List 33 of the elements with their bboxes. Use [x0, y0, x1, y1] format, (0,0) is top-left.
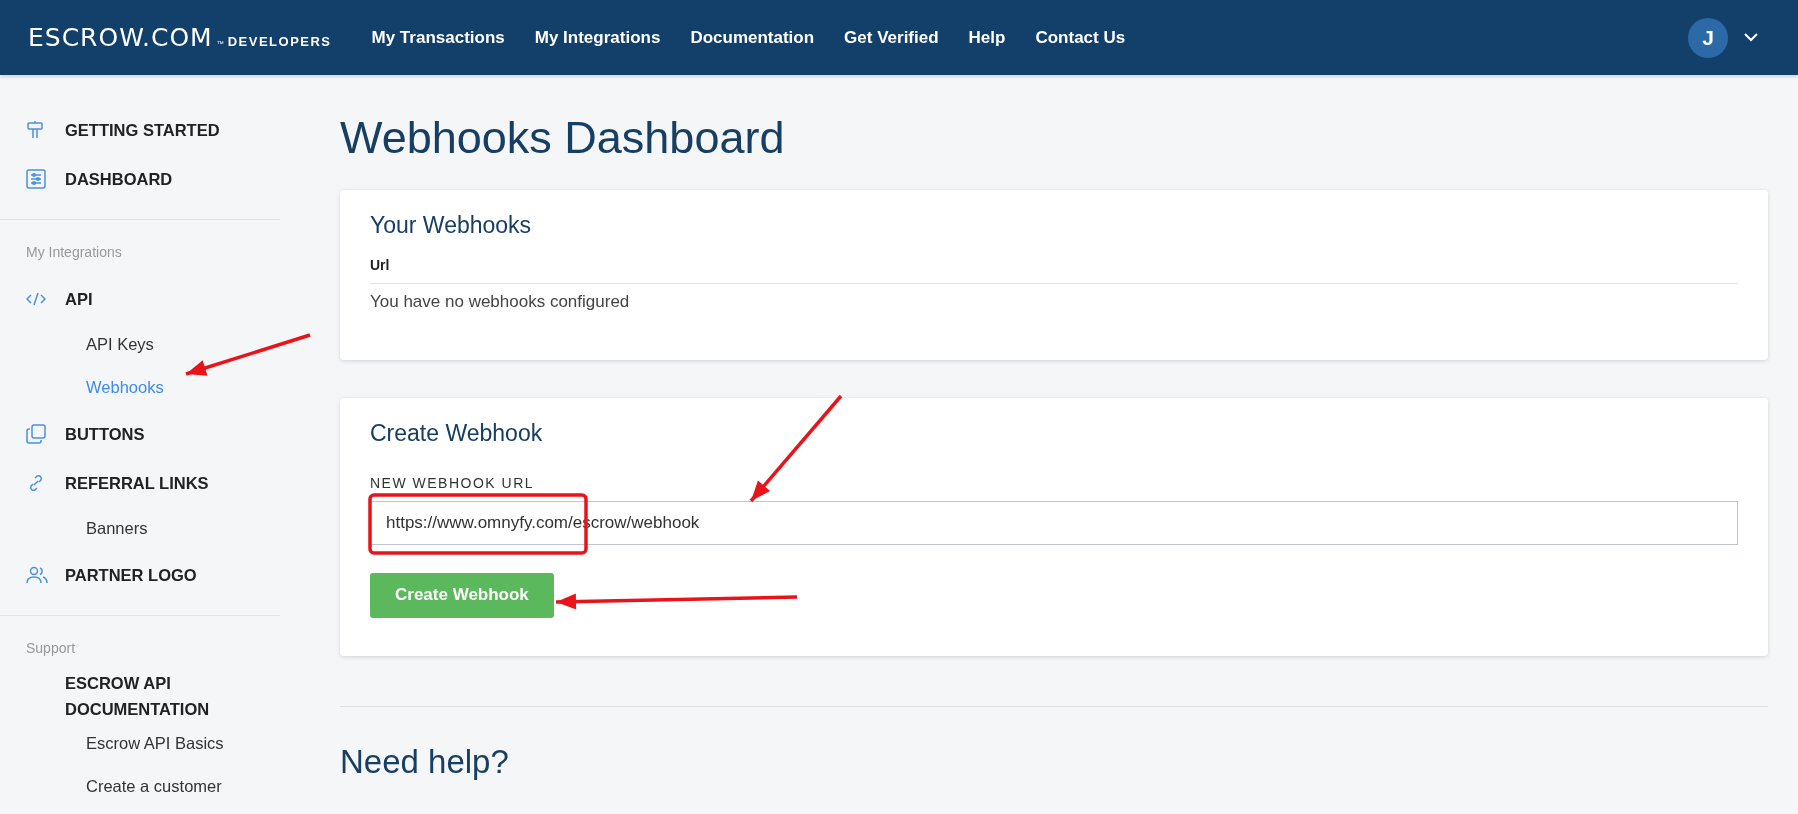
- column-header: Url: [370, 256, 1738, 284]
- copy-icon: [26, 423, 46, 444]
- nav-link[interactable]: My Integrations: [534, 27, 661, 48]
- nav-link[interactable]: Help: [968, 27, 1006, 48]
- sidebar-item[interactable]: REFERRAL LINKS: [65, 469, 235, 496]
- sidebar-subitem[interactable]: Escrow API Basics: [0, 722, 280, 765]
- sidebar-item[interactable]: PARTNER LOGO: [65, 561, 235, 588]
- sliders-icon: [26, 168, 46, 189]
- sidebar-section-heading: Support: [25, 640, 77, 656]
- code-icon: [26, 291, 46, 306]
- help-heading: Need help?: [340, 742, 510, 781]
- chevron-down-icon[interactable]: [1744, 33, 1758, 42]
- sidebar-item[interactable]: GETTING STARTED: [65, 116, 235, 143]
- users-icon: [26, 565, 48, 584]
- sidebar-subitem[interactable]: Create a customer: [0, 765, 280, 808]
- sidebar-item[interactable]: DASHBOARD: [65, 165, 235, 192]
- card-title: Create Webhook: [370, 419, 544, 447]
- sidebar-section-heading: My Integrations: [25, 244, 123, 260]
- sidebar-subitem[interactable]: Banners: [0, 507, 280, 550]
- sidebar-item[interactable]: ESCROW API DOCUMENTATION: [65, 670, 235, 722]
- sidebar-item[interactable]: BUTTONS: [65, 420, 235, 447]
- nav-link[interactable]: Get Verified: [844, 27, 939, 48]
- empty-message: You have no webhooks configured: [370, 291, 631, 313]
- card-title: Your Webhooks: [370, 211, 533, 239]
- signpost-icon: [26, 119, 44, 140]
- nav-link[interactable]: Contact Us: [1035, 27, 1126, 48]
- nav-link[interactable]: Documentation: [690, 27, 815, 48]
- page-title: Webhooks Dashboard: [340, 111, 786, 165]
- sidebar-subitem[interactable]: API Keys: [0, 323, 280, 366]
- field-label: NEW WEBHOOK URL: [370, 474, 536, 491]
- sidebar-item[interactable]: API: [65, 285, 235, 312]
- user-avatar[interactable]: J: [1688, 17, 1728, 58]
- nav-link[interactable]: My Transactions: [371, 27, 505, 48]
